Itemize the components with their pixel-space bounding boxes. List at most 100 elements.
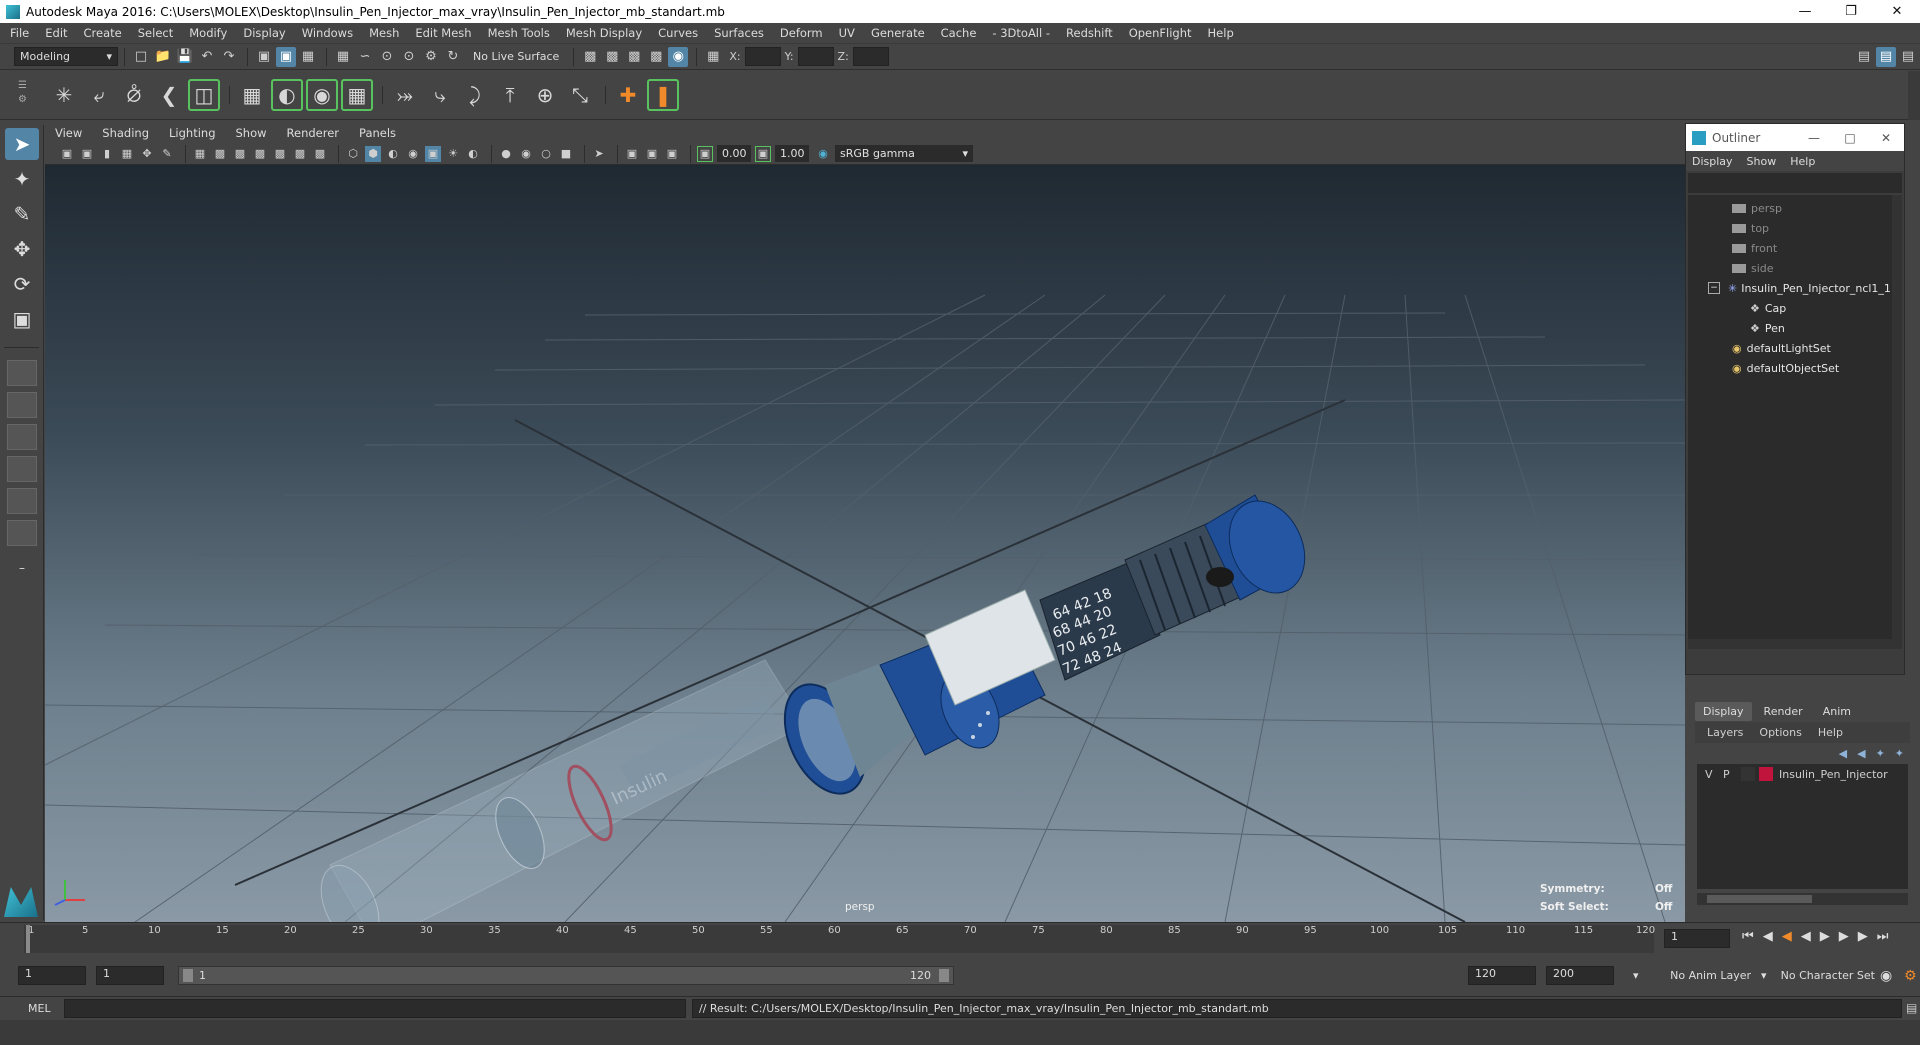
step-forward-key-icon[interactable]: ▶ xyxy=(1839,929,1849,944)
grease-pencil-icon[interactable]: ✎ xyxy=(159,146,175,162)
freeze-transform-icon[interactable]: ❚ xyxy=(647,79,679,111)
tree-item-insulin-pen-group[interactable]: − ✳ Insulin_Pen_Injector_ncl1_1 xyxy=(1708,279,1891,297)
menu-edit-mesh[interactable]: Edit Mesh xyxy=(415,26,471,40)
menu-mesh-tools[interactable]: Mesh Tools xyxy=(488,26,550,40)
snap-view-plane-icon[interactable]: ⊙ xyxy=(399,47,419,67)
wireframe-on-shaded-icon[interactable]: ◐ xyxy=(385,146,401,162)
go-to-end-icon[interactable]: ⏭ xyxy=(1877,929,1889,944)
film-gate-icon[interactable]: ▩ xyxy=(212,146,228,162)
select-object-icon[interactable]: ▣ xyxy=(276,46,296,67)
tab-anim[interactable]: Anim xyxy=(1815,702,1859,721)
panel-menu-shading[interactable]: Shading xyxy=(102,126,149,140)
tab-render[interactable]: Render xyxy=(1756,702,1811,721)
grid-toggle-icon[interactable]: ▦ xyxy=(192,146,208,162)
gamma-icon[interactable]: ▣ xyxy=(755,145,771,162)
range-slider[interactable]: 1 120 xyxy=(178,966,954,985)
paint-select-tool-icon[interactable]: ✎ xyxy=(5,198,39,230)
collapse-icon[interactable]: − xyxy=(1708,282,1720,294)
layer-menu-options[interactable]: Options xyxy=(1759,726,1801,739)
menu-surfaces[interactable]: Surfaces xyxy=(714,26,764,40)
menu-display[interactable]: Display xyxy=(243,26,285,40)
view-transform-dropdown[interactable]: sRGB gamma ▾ xyxy=(835,145,973,162)
create-locator-icon[interactable]: ✳ xyxy=(48,79,80,111)
menu-create[interactable]: Create xyxy=(84,26,122,40)
use-all-lights-icon[interactable]: ☀ xyxy=(445,146,461,162)
outliner-menu-show[interactable]: Show xyxy=(1747,155,1777,168)
menu-mesh-display[interactable]: Mesh Display xyxy=(566,26,642,40)
scale-tool-icon[interactable]: ▣ xyxy=(5,303,39,335)
panel-menu-show[interactable]: Show xyxy=(236,126,267,140)
render-view-icon[interactable]: ▩ xyxy=(580,47,600,67)
panel-menu-renderer[interactable]: Renderer xyxy=(287,126,340,140)
render-settings-icon[interactable]: ▩ xyxy=(646,47,666,67)
current-frame-field[interactable]: 1 xyxy=(1664,929,1730,948)
make-live-icon[interactable]: ↻ xyxy=(443,47,463,67)
menu-generate[interactable]: Generate xyxy=(871,26,925,40)
time-ruler[interactable]: 1 5 10 15 20 25 30 35 40 45 50 55 60 65 … xyxy=(24,925,1655,953)
layer-type-toggle[interactable] xyxy=(1741,767,1755,781)
layer-playback-toggle[interactable]: P xyxy=(1723,768,1741,781)
safe-action-icon[interactable]: ▩ xyxy=(292,146,308,162)
snap-grid-icon[interactable]: ▦ xyxy=(333,47,353,67)
ipr-render-icon[interactable]: ▩ xyxy=(624,47,644,67)
xray-icon[interactable]: ▣ xyxy=(425,145,441,162)
menu-set-dropdown[interactable]: Modeling ▾ xyxy=(14,47,118,66)
outliner-vertical-scrollbar[interactable] xyxy=(1892,195,1902,649)
textured-icon[interactable]: ◉ xyxy=(405,146,421,162)
wireframe-icon[interactable]: ⬡ xyxy=(345,146,361,162)
play-forward-icon[interactable]: ▶ xyxy=(1820,929,1830,944)
move-tool-icon[interactable]: ✥ xyxy=(5,233,39,265)
nurbs-grid-icon[interactable]: ▦ xyxy=(341,79,373,111)
cluster-icon[interactable]: ▦ xyxy=(236,79,268,111)
layer-name[interactable]: Insulin_Pen_Injector xyxy=(1779,768,1888,781)
xray-active-icon[interactable]: ▣ xyxy=(644,146,660,162)
select-hierarchy-icon[interactable]: ▣ xyxy=(254,47,274,67)
layer-row[interactable]: V P Insulin_Pen_Injector xyxy=(1697,764,1908,784)
panel-menu-lighting[interactable]: Lighting xyxy=(169,126,215,140)
playback-start-field[interactable]: 1 xyxy=(96,966,164,985)
layer-color-swatch[interactable] xyxy=(1759,767,1773,781)
layer-menu-help[interactable]: Help xyxy=(1818,726,1843,739)
lasso-tool-icon[interactable]: ✦ xyxy=(5,163,39,195)
lattice-icon[interactable]: ◫ xyxy=(188,79,220,111)
new-layer-selected-icon[interactable]: ✦ xyxy=(1895,747,1904,760)
maximize-button[interactable]: □ xyxy=(1832,131,1868,145)
step-back-key-icon[interactable]: ◀ xyxy=(1782,929,1792,944)
outliner-menu-help[interactable]: Help xyxy=(1790,155,1815,168)
restore-button[interactable]: ❐ xyxy=(1828,0,1874,23)
current-time-indicator[interactable] xyxy=(26,925,30,953)
ik-handle-icon[interactable]: ⦲ xyxy=(118,79,150,111)
tree-item-pen[interactable]: ❖ Pen xyxy=(1750,319,1785,337)
tab-display[interactable]: Display xyxy=(1695,701,1752,721)
bend-deformer-icon[interactable]: ❮ xyxy=(153,79,185,111)
four-view-layout-icon[interactable] xyxy=(7,392,37,418)
anti-aliasing-icon[interactable]: ○ xyxy=(538,146,554,162)
minimize-button[interactable]: — xyxy=(1782,0,1828,23)
safe-title-icon[interactable]: ▩ xyxy=(312,146,328,162)
menu-uv[interactable]: UV xyxy=(839,26,855,40)
parent-icon[interactable]: ⤷ xyxy=(424,79,456,111)
shelf-settings-icon[interactable]: ☰ ⚙ xyxy=(18,79,30,111)
two-d-pan-icon[interactable]: ✥ xyxy=(139,146,155,162)
undo-icon[interactable]: ↶ xyxy=(197,47,217,67)
sidebar-toggle-icon[interactable]: ▤ xyxy=(1854,47,1874,67)
custom-layout-icon[interactable] xyxy=(7,520,37,546)
tree-item-side[interactable]: side xyxy=(1732,259,1774,277)
image-plane-icon[interactable]: ▦ xyxy=(119,146,135,162)
script-editor-icon[interactable]: ▤ xyxy=(1906,1001,1917,1015)
command-input[interactable] xyxy=(64,999,686,1018)
smooth-shade-icon[interactable]: ⬢ xyxy=(365,145,381,162)
tree-item-default-object-set[interactable]: ◉ defaultObjectSet xyxy=(1732,359,1839,377)
tree-item-top[interactable]: top xyxy=(1732,219,1769,237)
outliner-horizontal-scrollbar[interactable] xyxy=(1688,639,1894,649)
new-scene-icon[interactable]: □ xyxy=(131,47,151,67)
create-joint-icon[interactable]: ⤶ xyxy=(83,79,115,111)
xray-joints-icon[interactable]: ▣ xyxy=(624,146,640,162)
minimize-button[interactable]: — xyxy=(1796,131,1832,145)
play-backward-icon[interactable]: ◀ xyxy=(1801,929,1811,944)
x-field[interactable] xyxy=(744,47,781,66)
close-button[interactable]: ✕ xyxy=(1874,0,1920,23)
tree-item-persp[interactable]: persp xyxy=(1732,199,1782,217)
script-language-toggle[interactable]: MEL xyxy=(28,1002,51,1015)
menu-edit[interactable]: Edit xyxy=(45,26,67,40)
